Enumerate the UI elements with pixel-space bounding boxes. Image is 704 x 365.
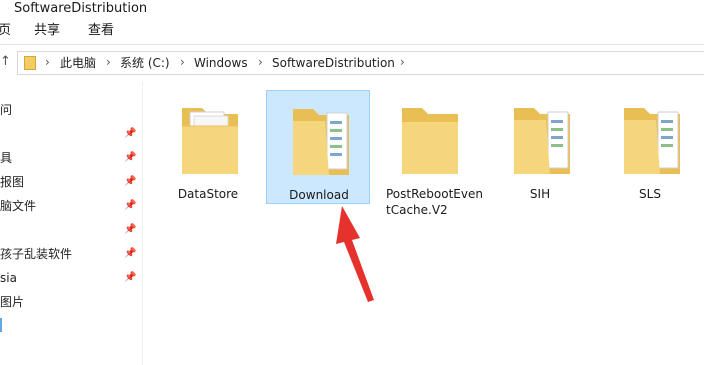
pin-icon[interactable]: 📌 <box>124 128 136 139</box>
pin-icon[interactable]: 📌 <box>124 224 136 235</box>
folder-label: PostRebootEventCache.V2 <box>386 187 483 217</box>
address-bar[interactable]: › 此电脑 › 系统 (C:) › Windows › SoftwareDist… <box>17 51 704 75</box>
chevron-right-icon: › <box>106 55 111 69</box>
window-title: SoftwareDistribution <box>14 1 148 16</box>
tab-view[interactable]: 查看 <box>88 23 114 39</box>
chevron-right-icon: › <box>45 55 50 69</box>
folder-with-documents-icon <box>514 108 570 174</box>
chevron-right-icon: › <box>180 55 185 69</box>
tab-page[interactable]: 页 <box>0 23 11 39</box>
folder-postrebooteventcache[interactable]: PostRebootEventCache.V2 <box>376 90 483 217</box>
pin-icon[interactable]: 📌 <box>124 176 136 187</box>
folder-with-documents-icon <box>293 109 349 175</box>
sidebar-item-3[interactable]: 报图 <box>0 174 24 190</box>
sidebar-item-7[interactable]: 图片 <box>0 294 24 310</box>
folder-label: SLS <box>639 187 661 201</box>
sidebar-item-6[interactable]: sia <box>0 270 17 286</box>
folder-with-documents-icon <box>182 108 238 174</box>
sidebar-item-5[interactable]: 孩子乱装软件 <box>0 246 72 262</box>
folder-label: SIH <box>529 187 551 201</box>
breadcrumb-windows[interactable]: Windows <box>194 56 248 70</box>
pin-icon[interactable]: 📌 <box>124 248 136 259</box>
up-arrow-icon[interactable]: ↑ <box>0 54 11 69</box>
folder-with-documents-icon <box>624 108 680 174</box>
folder-datastore[interactable]: DataStore <box>156 90 260 204</box>
pin-icon[interactable]: 📌 <box>124 200 136 211</box>
ribbon-tabs: 页 共享 查看 <box>0 18 704 42</box>
folder-label: DataStore <box>177 187 239 201</box>
sidebar-item-4[interactable]: 脑文件 <box>0 198 36 214</box>
folder-sls[interactable]: SLS <box>598 90 702 204</box>
folder-icon <box>24 56 36 70</box>
folder-sih[interactable]: SIH <box>488 90 592 204</box>
breadcrumb-softwaredistribution[interactable]: SoftwareDistribution <box>272 56 395 70</box>
chevron-right-icon: › <box>400 55 405 69</box>
folder-download[interactable]: Download <box>266 90 370 204</box>
sidebar-item-2[interactable]: 具 <box>0 150 12 166</box>
breadcrumb-c-drive[interactable]: 系统 (C:) <box>120 56 170 70</box>
chevron-right-icon: › <box>258 55 263 69</box>
title-bar: SoftwareDistribution <box>0 0 704 18</box>
address-row: ↑ › 此电脑 › 系统 (C:) › Windows › SoftwareDi… <box>0 44 704 81</box>
tab-share[interactable]: 共享 <box>34 23 60 39</box>
folder-icon <box>402 108 458 174</box>
sidebar-item-1[interactable]: 问 <box>0 102 12 118</box>
red-arrow-annotation <box>336 206 374 302</box>
pin-icon[interactable]: 📌 <box>124 272 136 283</box>
breadcrumb-this-pc[interactable]: 此电脑 <box>60 56 96 70</box>
navigation-pane: 问 📌 具 📌 报图 📌 脑文件 📌 📌 孩子乱装软件 📌 sia 📌 图片 <box>0 82 143 365</box>
pin-icon[interactable]: 📌 <box>124 152 136 163</box>
sidebar-selection-marker <box>0 318 2 332</box>
